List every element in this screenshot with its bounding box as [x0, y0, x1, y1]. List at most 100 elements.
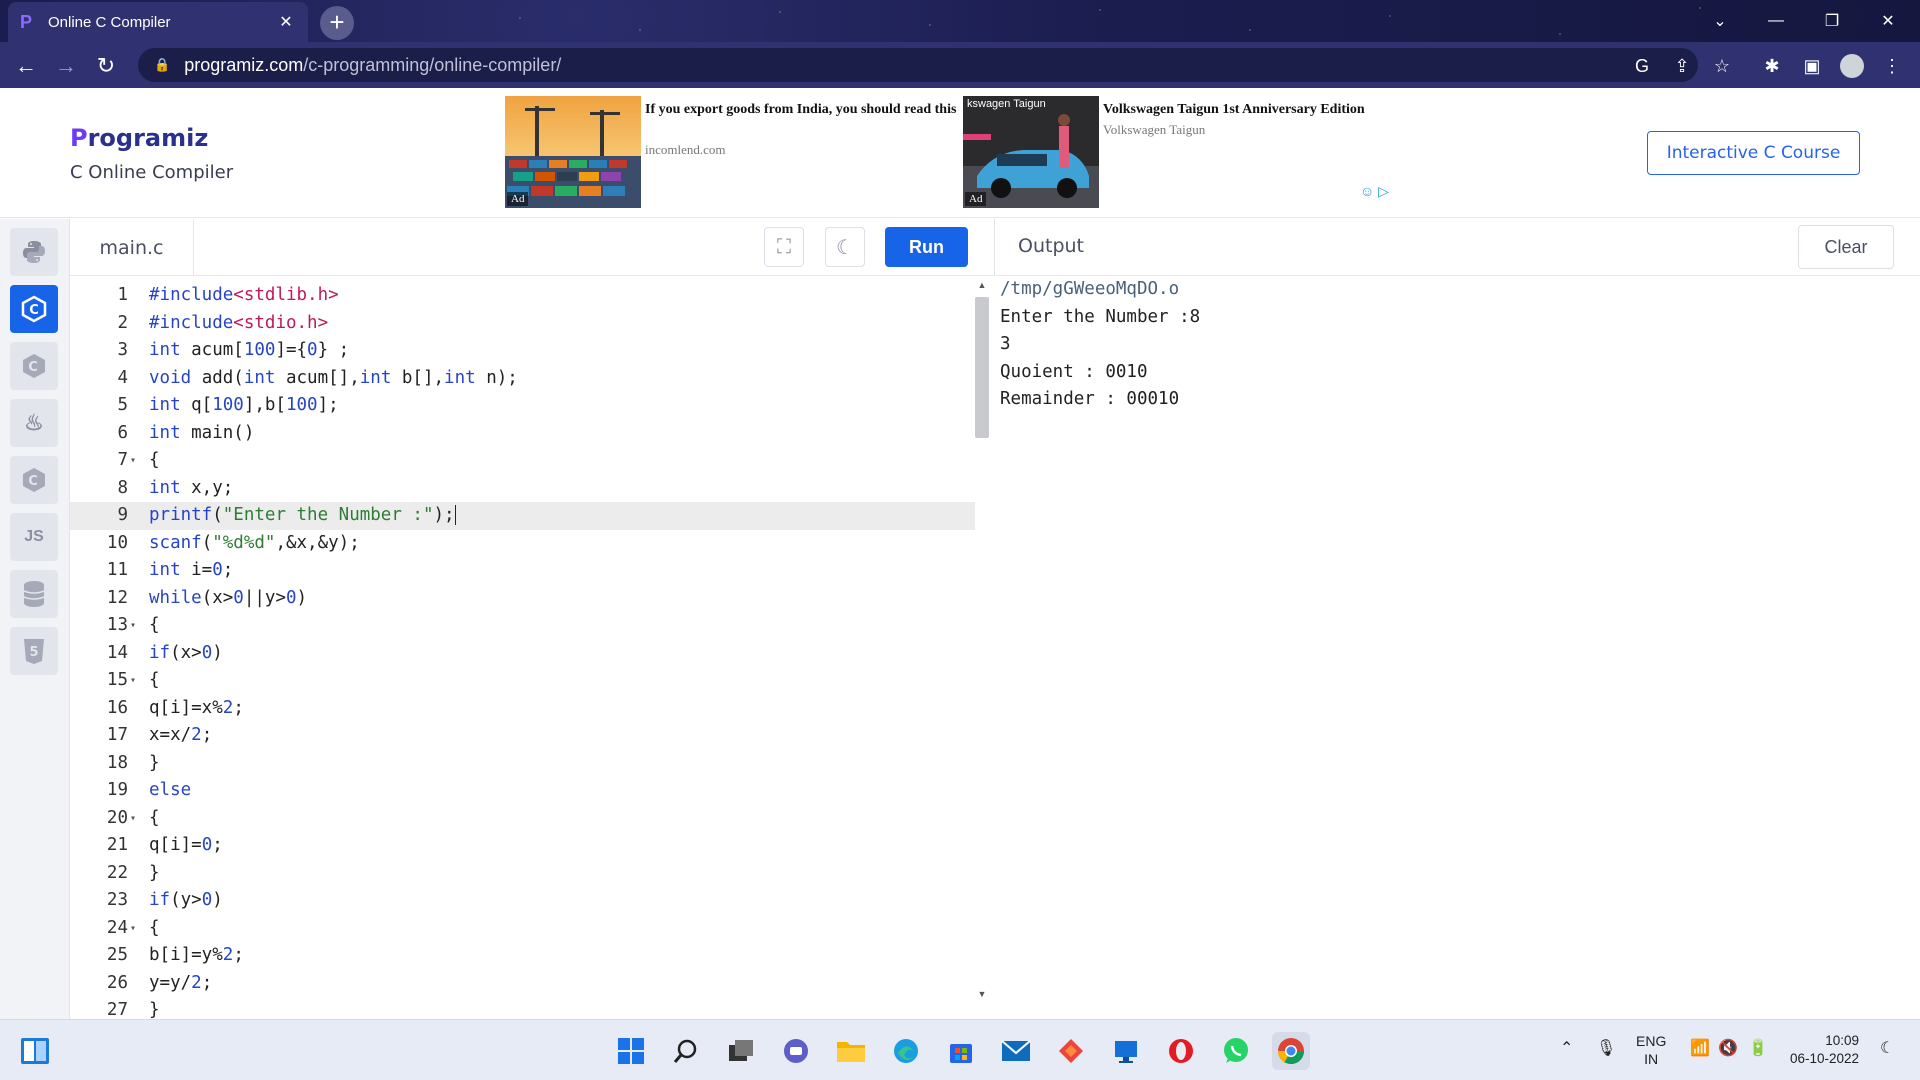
share-icon[interactable]: ⇪ [1666, 50, 1698, 82]
code-line[interactable]: 23 if(y>0) [70, 887, 975, 915]
code-line[interactable]: 15 ▾ { [70, 667, 975, 695]
adchoices-icon[interactable]: ☺ ▷ [1360, 183, 1389, 200]
ad-title[interactable]: If you export goods from India, you shou… [645, 100, 965, 119]
anydesk-icon[interactable] [1052, 1032, 1090, 1070]
extensions-icon[interactable]: ✱ [1756, 50, 1788, 82]
clock[interactable]: 10:09 06-10-2022 [1790, 1032, 1859, 1068]
code-line[interactable]: 9 printf("Enter the Number :"); [70, 502, 975, 530]
code-line[interactable]: 21 q[i]=0; [70, 832, 975, 860]
code-line[interactable]: 8 int x,y; [70, 475, 975, 503]
side-panel-icon[interactable]: ▣ [1796, 50, 1828, 82]
code-line[interactable]: 18} [70, 750, 975, 778]
whatsapp-icon[interactable] [1217, 1032, 1255, 1070]
code-line[interactable]: 6 int main() [70, 420, 975, 448]
ad-image-containers[interactable]: Ad [505, 96, 641, 208]
editor-scroll-thumb[interactable] [975, 297, 989, 438]
microsoft-store-icon[interactable] [942, 1032, 980, 1070]
code-line[interactable]: 7 ▾ { [70, 447, 975, 475]
opera-icon[interactable] [1162, 1032, 1200, 1070]
scroll-up-icon[interactable]: ▲ [975, 280, 989, 290]
code-line[interactable]: 2 #include<stdio.h> [70, 310, 975, 338]
cpp-icon[interactable]: C [10, 342, 58, 390]
volume-muted-icon[interactable]: 🔇 [1718, 1040, 1738, 1058]
js-icon[interactable]: JS [10, 513, 58, 561]
code-line[interactable]: 4 void add(int acum[],int b[],int n); [70, 365, 975, 393]
java-icon[interactable]: ♨ [10, 399, 58, 447]
fold-arrow-icon[interactable]: ▾ [130, 667, 136, 695]
notifications-moon-icon[interactable]: ☾ [1880, 1040, 1894, 1058]
csharp-icon[interactable]: C [10, 456, 58, 504]
fullscreen-icon[interactable]: ⛶ [764, 227, 804, 267]
code-line[interactable]: 19 else [70, 777, 975, 805]
tab-search-icon[interactable]: ⌄ [1692, 0, 1748, 42]
microphone-icon[interactable]: 🎙 [1596, 1040, 1616, 1058]
code-line[interactable]: 22} [70, 860, 975, 888]
sql-icon[interactable] [10, 570, 58, 618]
tab-title: Online C Compiler [48, 13, 171, 31]
bookmark-star-icon[interactable]: ☆ [1706, 50, 1738, 82]
fold-arrow-icon[interactable]: ▾ [130, 447, 136, 475]
code-line[interactable]: 10 scanf("%d%d",&x,&y); [70, 530, 975, 558]
code-line[interactable]: 1 #include<stdlib.h> [70, 282, 975, 310]
html-icon[interactable]: 5 [10, 627, 58, 675]
restore-button[interactable]: ❐ [1804, 0, 1860, 42]
code-line[interactable]: 17 x=x/2; [70, 722, 975, 750]
menu-kebab-icon[interactable]: ⋮ [1876, 50, 1908, 82]
minimize-button[interactable]: — [1748, 0, 1804, 42]
input-language-indicator[interactable]: ENG IN [1636, 1032, 1666, 1068]
start-windows-icon[interactable] [612, 1032, 650, 1070]
python-icon[interactable] [10, 228, 58, 276]
new-tab-button[interactable]: + [320, 6, 354, 40]
battery-icon[interactable]: 🔋 [1748, 1040, 1768, 1058]
task-view-icon[interactable] [722, 1032, 760, 1070]
code-line[interactable]: 13 ▾ { [70, 612, 975, 640]
search-icon[interactable] [667, 1032, 705, 1070]
file-explorer-icon[interactable] [832, 1032, 870, 1070]
profile-avatar[interactable] [1836, 50, 1868, 82]
scroll-down-icon[interactable]: ▼ [975, 989, 989, 999]
code-line[interactable]: 27} [70, 997, 975, 1019]
tab-close-icon[interactable]: ✕ [276, 12, 296, 32]
mail-icon[interactable] [997, 1032, 1035, 1070]
teams-chat-icon[interactable] [777, 1032, 815, 1070]
address-bar[interactable]: 🔒 programiz.com/c-programming/online-com… [138, 48, 1698, 82]
ad-incomlend[interactable]: Ad If you export goods from India, you s… [505, 96, 965, 208]
ad-title[interactable]: Volkswagen Taigun 1st Anniversary Editio… [1103, 100, 1423, 119]
code-line[interactable]: 20 ▾ { [70, 805, 975, 833]
code-line[interactable]: 24 ▾ { [70, 915, 975, 943]
file-tab-main-c[interactable]: main.c [70, 219, 194, 276]
clear-button[interactable]: Clear [1798, 225, 1894, 269]
tray-overflow-icon[interactable]: ⌃ [1560, 1040, 1573, 1058]
chrome-icon[interactable] [1272, 1032, 1310, 1070]
edge-icon[interactable] [887, 1032, 925, 1070]
code-line[interactable]: 16 q[i]=x%2; [70, 695, 975, 723]
back-icon[interactable]: ← [10, 50, 42, 82]
c-icon[interactable]: C [10, 285, 58, 333]
fold-arrow-icon[interactable]: ▾ [130, 805, 136, 833]
code-line[interactable]: 3 int acum[100]={0} ; [70, 337, 975, 365]
code-line[interactable]: 11 int i=0; [70, 557, 975, 585]
code-line[interactable]: 25 b[i]=y%2; [70, 942, 975, 970]
run-button[interactable]: Run [885, 227, 968, 267]
widgets-icon[interactable] [16, 1032, 54, 1070]
output-console[interactable]: /tmp/gGWeeoMqDO.o Enter the Number :8 3 Quo… [1000, 276, 1900, 414]
forward-icon[interactable]: → [50, 50, 82, 82]
fold-arrow-icon[interactable]: ▾ [130, 915, 136, 943]
code-line[interactable]: 5 int q[100],b[100]; [70, 392, 975, 420]
google-lens-icon[interactable]: G [1626, 50, 1658, 82]
close-window-button[interactable]: ✕ [1860, 0, 1916, 42]
code-line[interactable]: 26 y=y/2; [70, 970, 975, 998]
ad-image-car[interactable]: kswagen Taigun Ad [963, 96, 1099, 208]
ad-volkswagen[interactable]: kswagen Taigun Ad Volkswagen Taigun 1st … [963, 96, 1423, 208]
code-line[interactable]: 14 if(x>0) [70, 640, 975, 668]
interactive-course-button[interactable]: Interactive C Course [1647, 131, 1860, 175]
fold-arrow-icon[interactable]: ▾ [130, 612, 136, 640]
dark-mode-moon-icon[interactable]: ☾ [825, 227, 865, 267]
wifi-icon[interactable]: 📶 [1690, 1040, 1710, 1058]
code-line[interactable]: 12 while(x>0||y>0) [70, 585, 975, 613]
reload-icon[interactable]: ↻ [90, 50, 122, 82]
browser-tab[interactable]: P Online C Compiler ✕ [8, 2, 308, 42]
remote-desktop-icon[interactable] [1107, 1032, 1145, 1070]
programiz-logo[interactable]: Programiz [70, 124, 208, 152]
code-editor[interactable]: 1 #include<stdlib.h> 2 #include<stdio.h> 3 in… [70, 276, 975, 1019]
